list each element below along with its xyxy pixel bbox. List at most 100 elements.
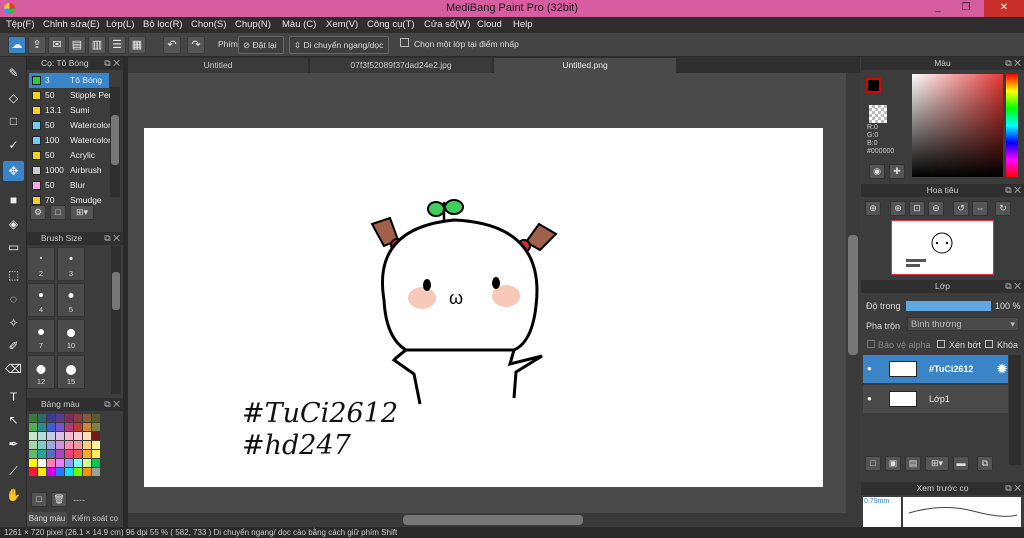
palette-swatch[interactable]	[56, 441, 64, 449]
panel-controls-icon[interactable]: ⧉ ✕	[1005, 184, 1021, 197]
color-add-icon[interactable]: ✚	[889, 164, 905, 179]
lasso-tool-icon[interactable]: ◌	[3, 289, 24, 309]
menu-color[interactable]: Màu (C)	[282, 19, 316, 30]
palette-swatch[interactable]	[56, 423, 64, 431]
palette-swatch[interactable]	[47, 441, 55, 449]
magic-wand-tool-icon[interactable]: ✧	[3, 313, 24, 333]
palette-swatch[interactable]	[92, 432, 100, 440]
grid-icon[interactable]: ▦	[128, 36, 146, 54]
saturation-value-picker[interactable]	[912, 74, 1003, 177]
palette-swatch[interactable]	[38, 468, 46, 476]
brush-size-cell[interactable]: 3	[57, 247, 85, 281]
duplicate-layer-icon[interactable]: ⧉	[977, 456, 993, 471]
menu-tools[interactable]: Công cụ(T)	[367, 19, 415, 30]
palette-swatch[interactable]	[83, 468, 91, 476]
select-layer-checkbox[interactable]	[400, 38, 409, 47]
layer-scrollbar[interactable]	[1009, 355, 1021, 465]
palette-swatch[interactable]	[38, 459, 46, 467]
dropper-tool-icon[interactable]: ✒	[3, 434, 24, 454]
folder-icon[interactable]: ▬	[953, 456, 969, 471]
menu-window[interactable]: Cửa sổ(W)	[424, 19, 470, 30]
protect-alpha-checkbox[interactable]	[867, 340, 875, 348]
palette-swatch[interactable]	[65, 450, 73, 458]
cloud-icon[interactable]: ☁	[8, 36, 26, 54]
palette-swatch[interactable]	[47, 432, 55, 440]
layer-row-tuci[interactable]: ● #TuCi2612 ✹	[863, 355, 1008, 383]
zoom-out-icon[interactable]: ⊕	[890, 201, 906, 216]
brush-item[interactable]: 1000 Airbrush	[29, 163, 109, 178]
comment-icon[interactable]: ✉	[48, 36, 66, 54]
layer-settings-icon[interactable]: ✹	[997, 355, 1007, 383]
palette-swatch[interactable]	[38, 441, 46, 449]
move-tool-icon[interactable]: ✥	[3, 161, 24, 181]
note-icon[interactable]: ▤	[68, 36, 86, 54]
panel-controls-icon[interactable]: ⧉ ✕	[1005, 482, 1021, 495]
menu-capture[interactable]: Chụp(N)	[235, 19, 271, 30]
panel-controls-icon[interactable]: ⧉ ✕	[104, 398, 120, 411]
undo-icon[interactable]: ↶	[163, 36, 181, 54]
palette-swatch[interactable]	[74, 468, 82, 476]
brush-size-scrollbar[interactable]	[111, 246, 121, 394]
horizontal-scroll-thumb[interactable]	[403, 515, 583, 525]
blend-select[interactable]: Bình thường ▾	[907, 317, 1019, 331]
add-brush-menu-icon[interactable]: ⊞▾	[70, 205, 94, 220]
move-axis-button[interactable]: ⇳ Di chuyển ngang/dọc	[289, 36, 389, 54]
select-tool-icon[interactable]: ⬚	[3, 265, 24, 285]
panel-controls-icon[interactable]: ⧉ ✕	[1005, 57, 1021, 70]
hand-tool-icon[interactable]: ✋	[3, 485, 24, 505]
menu-help[interactable]: Help	[513, 19, 533, 30]
menu-cloud[interactable]: Cloud	[477, 19, 502, 30]
palette-swatch[interactable]	[92, 459, 100, 467]
palette-swatch[interactable]	[29, 468, 37, 476]
palette-swatch[interactable]	[56, 450, 64, 458]
brush-tool-icon[interactable]: ✎	[3, 63, 24, 83]
bucket-tool-icon[interactable]: ◈	[3, 214, 24, 234]
palette-swatch[interactable]	[29, 414, 37, 422]
menu-edit[interactable]: Chỉnh sửa(E)	[43, 19, 100, 30]
palette-swatch[interactable]	[74, 423, 82, 431]
brush-settings-icon[interactable]: ⚙	[30, 205, 46, 220]
brush-size-scroll-thumb[interactable]	[112, 272, 120, 310]
palette-swatch[interactable]	[29, 441, 37, 449]
brush-item[interactable]: 50 Blur	[29, 178, 109, 193]
palette-swatch[interactable]	[29, 423, 37, 431]
new-layer-icon[interactable]: □	[865, 456, 881, 471]
add-layer-menu-icon[interactable]: ⊞▾	[925, 456, 949, 471]
fill-rect-tool-icon[interactable]: ■	[3, 190, 24, 210]
palette-swatch[interactable]	[92, 441, 100, 449]
palette-swatch[interactable]	[92, 423, 100, 431]
brush-size-cell[interactable]: 7	[27, 319, 55, 353]
palette-swatch[interactable]	[47, 459, 55, 467]
panel-controls-icon[interactable]: ⧉ ✕	[1005, 280, 1021, 293]
palette-swatch[interactable]	[29, 459, 37, 467]
share-icon[interactable]: ⇪	[28, 36, 46, 54]
brush-item[interactable]: 50 Acrylic	[29, 148, 109, 163]
palette-swatch[interactable]	[65, 414, 73, 422]
brush-size-cell[interactable]: 12	[27, 355, 55, 389]
rotate-right-icon[interactable]: ↻	[995, 201, 1011, 216]
drawing-canvas[interactable]: ω #TuCi2612 #hd247	[144, 128, 823, 487]
pen-tool-icon[interactable]: ✓	[3, 135, 24, 155]
palette-swatch[interactable]	[65, 459, 73, 467]
palette-swatch[interactable]	[74, 459, 82, 467]
palette-swatch[interactable]	[74, 432, 82, 440]
new-halftone-layer-icon[interactable]: ▣	[885, 456, 901, 471]
gradient-tool-icon[interactable]: ▭	[3, 237, 24, 257]
brush-size-cell[interactable]: 2	[27, 247, 55, 281]
palette-swatch[interactable]	[65, 432, 73, 440]
list-icon[interactable]: ☰	[108, 36, 126, 54]
palette-swatch[interactable]	[56, 414, 64, 422]
brush-item[interactable]: 13.1 Sumi	[29, 103, 109, 118]
vertical-scroll-thumb[interactable]	[848, 235, 858, 355]
text-tool-icon[interactable]: T	[3, 387, 24, 407]
maximize-button[interactable]: ❐	[953, 0, 979, 17]
canvas-vertical-scrollbar[interactable]	[846, 73, 860, 513]
palette-swatch[interactable]	[92, 450, 100, 458]
brush-scroll-thumb[interactable]	[111, 115, 119, 165]
tab-palette[interactable]: Bảng màu	[27, 512, 67, 526]
color-mode-icon[interactable]: ◉	[869, 164, 885, 179]
palette-swatch[interactable]	[29, 450, 37, 458]
canvas-horizontal-scrollbar[interactable]	[128, 513, 860, 527]
eyedropper-tool-icon[interactable]: ⟋	[3, 461, 24, 481]
redo-icon[interactable]: ↷	[187, 36, 205, 54]
